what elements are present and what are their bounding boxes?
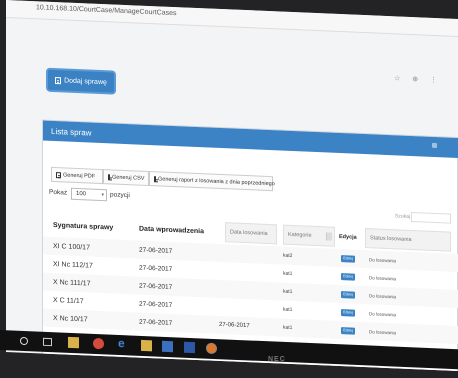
edit-button[interactable]: Edytuj bbox=[341, 326, 355, 335]
cell-edit: Edytuj bbox=[341, 303, 355, 322]
cell-signature: X C 11/17 bbox=[53, 296, 84, 305]
cell-category: kat1 bbox=[283, 270, 293, 278]
document-icon bbox=[154, 175, 156, 182]
cell-date-entered: 27-06-2017 bbox=[139, 246, 173, 255]
edit-button[interactable]: Edytuj bbox=[341, 272, 355, 281]
panel-title: Lista spraw bbox=[51, 126, 92, 138]
export-report-label: Generuj raport z losowania z dnia poprze… bbox=[158, 175, 275, 187]
cell-category: kat1 bbox=[283, 306, 293, 314]
cell-status: Do losowania bbox=[369, 274, 397, 281]
cell-date-entered: 27-06-2017 bbox=[139, 318, 173, 327]
header-category-filter[interactable]: Kategorie bbox=[283, 224, 335, 247]
search-label: Szukaj bbox=[395, 213, 411, 220]
task-view-icon[interactable] bbox=[43, 337, 52, 347]
cell-date-entered: 27-06-2017 bbox=[139, 264, 173, 273]
panel-header: Lista spraw bbox=[43, 120, 458, 158]
export-pdf-label: Generuj PDF bbox=[63, 171, 96, 180]
app-icon[interactable] bbox=[162, 340, 173, 353]
edit-button[interactable]: Edytuj bbox=[341, 308, 355, 317]
add-case-label: Dodaj sprawę bbox=[64, 76, 107, 86]
edit-button[interactable]: Edytuj bbox=[341, 290, 355, 299]
cell-signature: XI Nc 112/17 bbox=[53, 260, 93, 270]
case-list-panel: Lista spraw Generuj PDF Generuj CSV Gene… bbox=[42, 119, 458, 371]
collapse-icon[interactable] bbox=[432, 142, 437, 149]
cell-signature: XI C 100/17 bbox=[53, 242, 90, 252]
cell-status: Do losowania bbox=[369, 310, 397, 317]
browser-menu-icons[interactable]: ☆ ⊕ ⋮ bbox=[394, 74, 442, 84]
browser-screen: 10.10.168.10/CourtCase/ManageCourtCases … bbox=[6, 0, 458, 371]
monitor-brand-logo: NEC bbox=[268, 356, 286, 363]
header-signature[interactable]: Sygnatura sprawy bbox=[53, 215, 139, 239]
show-label: Pokaż bbox=[49, 188, 68, 197]
document-icon bbox=[56, 171, 61, 178]
cell-date-drawn: 27-06-2017 bbox=[219, 321, 250, 330]
chevron-down-icon bbox=[326, 232, 332, 241]
add-case-button[interactable]: Dodaj sprawę bbox=[48, 69, 114, 93]
document-icon bbox=[108, 173, 110, 180]
word-icon[interactable] bbox=[184, 341, 195, 354]
cell-edit: Edytuj bbox=[341, 249, 355, 268]
cell-date-entered: 27-06-2017 bbox=[139, 300, 173, 309]
search-icon[interactable] bbox=[20, 336, 28, 346]
header-edit: Edycja bbox=[339, 233, 357, 241]
header-date-drawn-filter[interactable]: Data losowania bbox=[225, 222, 277, 245]
cell-edit: Edytuj bbox=[341, 321, 355, 340]
page-size-select[interactable]: 100 ▾ bbox=[71, 187, 107, 202]
cell-signature: X Nc 10/17 bbox=[53, 314, 88, 323]
cell-status: Do losowania bbox=[369, 256, 397, 263]
file-explorer-icon[interactable] bbox=[68, 336, 79, 349]
edit-button[interactable]: Edytuj bbox=[341, 254, 355, 263]
export-pdf-button[interactable]: Generuj PDF bbox=[51, 166, 103, 185]
chevron-down-icon: ▾ bbox=[101, 192, 104, 199]
edge-icon[interactable]: e bbox=[118, 336, 129, 350]
header-category-label: Kategorie bbox=[288, 231, 312, 239]
cell-signature: X Nc 111/17 bbox=[53, 278, 91, 288]
chrome-icon[interactable] bbox=[93, 337, 104, 350]
cell-date-entered: 27-06-2017 bbox=[139, 282, 173, 291]
url-text[interactable]: 10.10.168.10/CourtCase/ManageCourtCases bbox=[36, 4, 176, 17]
export-report-button[interactable]: Generuj raport z losowania z dnia poprze… bbox=[149, 170, 275, 192]
header-date-drawn-label: Data losowania bbox=[230, 229, 268, 237]
page-size-value: 100 bbox=[76, 190, 87, 198]
cell-edit: Edytuj bbox=[341, 285, 355, 304]
entries-label: pozycji bbox=[110, 191, 130, 200]
cell-status: Do losowania bbox=[369, 292, 397, 299]
header-date-entered[interactable]: Data wprowadzenia bbox=[139, 219, 225, 243]
app-icon[interactable] bbox=[141, 339, 152, 352]
cell-category: kat2 bbox=[283, 252, 293, 260]
export-csv-button[interactable]: Generuj CSV bbox=[103, 169, 149, 186]
cell-status: Do losowania bbox=[369, 328, 397, 335]
export-csv-label: Generuj CSV bbox=[112, 173, 145, 182]
cell-category: kat1 bbox=[283, 288, 293, 296]
firefox-icon[interactable] bbox=[206, 342, 217, 355]
search-input[interactable] bbox=[411, 211, 451, 224]
header-status-label: Status losowania bbox=[370, 235, 412, 243]
cell-category: kat1 bbox=[283, 324, 293, 332]
document-icon bbox=[55, 76, 62, 84]
cell-edit: Edytuj bbox=[341, 267, 355, 286]
header-status-filter[interactable]: Status losowania bbox=[365, 228, 451, 252]
